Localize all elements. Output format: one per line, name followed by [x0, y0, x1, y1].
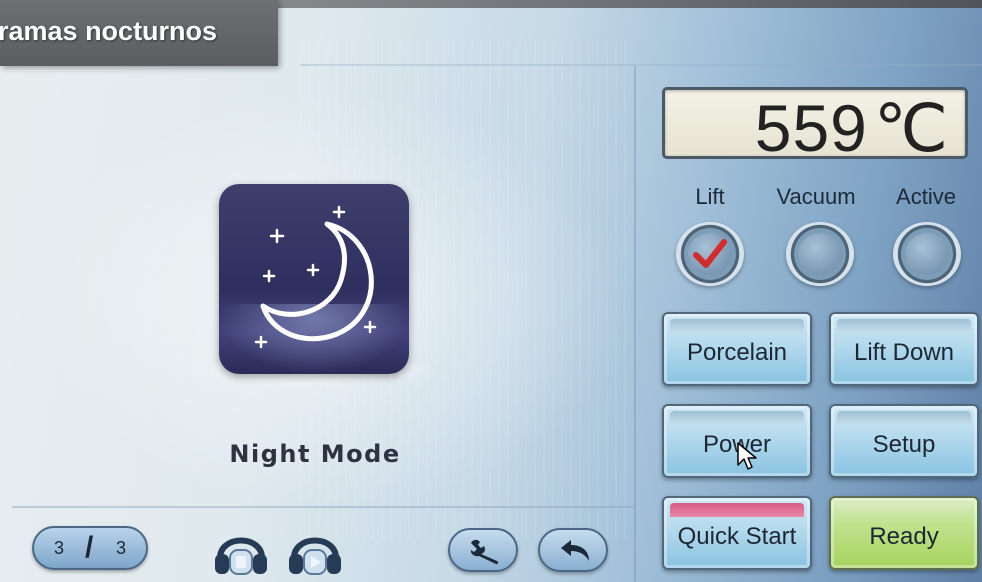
setup-button[interactable]: Setup — [829, 404, 979, 478]
button-cap — [670, 319, 804, 333]
indicator-label-active: Active — [896, 184, 956, 209]
indicator-lamp — [798, 233, 842, 275]
temperature-readout: 559℃ — [755, 90, 949, 167]
total-pages: 3 — [116, 538, 127, 558]
tools-button[interactable] — [448, 528, 518, 572]
quick-start-button[interactable]: Quick Start — [662, 496, 812, 570]
lift-indicator[interactable] — [676, 222, 744, 286]
divider — [300, 64, 982, 66]
headphone-left-icon[interactable] — [212, 520, 270, 576]
lift-down-button-label: Lift Down — [853, 339, 955, 366]
wrench-icon — [470, 539, 499, 565]
headphone-right-icon[interactable] — [286, 520, 344, 576]
page-separator-icon: / — [85, 531, 94, 564]
indicator-label-vacuum: Vacuum — [776, 184, 856, 209]
checkmark-icon — [693, 239, 727, 268]
button-cap — [670, 411, 804, 425]
porcelain-button-label: Porcelain — [686, 339, 788, 366]
back-button[interactable] — [538, 528, 608, 572]
setup-button-label: Setup — [872, 431, 936, 458]
button-cap — [837, 411, 971, 425]
ready-button-label: Ready — [869, 523, 939, 550]
caption-banner: ramas nocturnos — [0, 0, 278, 66]
indicator-label-lift: Lift — [695, 184, 725, 209]
button-cap — [837, 319, 971, 333]
ready-button[interactable]: Ready — [829, 496, 979, 570]
page-indicator[interactable]: 3 / 3 — [32, 526, 148, 570]
back-arrow-icon — [561, 540, 589, 561]
temperature-value: 559 — [754, 91, 868, 165]
button-cap — [670, 503, 804, 517]
divider — [634, 66, 636, 582]
vacuum-indicator[interactable] — [786, 222, 854, 286]
night-mode-tile[interactable] — [219, 184, 409, 374]
mode-label: Night Mode — [229, 440, 401, 468]
divider — [12, 506, 634, 508]
current-page: 3 — [54, 538, 65, 558]
indicator-lamp — [905, 233, 949, 275]
caption-text: ramas nocturnos — [0, 16, 218, 46]
button-cap — [837, 503, 971, 517]
pointer-cursor-icon — [737, 442, 757, 470]
quick-start-button-label: Quick Start — [677, 523, 797, 550]
oven-touchscreen: ramas nocturnos Night Mode 559℃ Lift Vac… — [0, 0, 982, 582]
active-indicator[interactable] — [893, 222, 961, 286]
porcelain-button[interactable]: Porcelain — [662, 312, 812, 386]
temperature-unit: ℃ — [873, 91, 949, 165]
temperature-display: 559℃ — [662, 87, 968, 165]
lift-down-button[interactable]: Lift Down — [829, 312, 979, 386]
moon-stars-icon — [254, 205, 377, 349]
